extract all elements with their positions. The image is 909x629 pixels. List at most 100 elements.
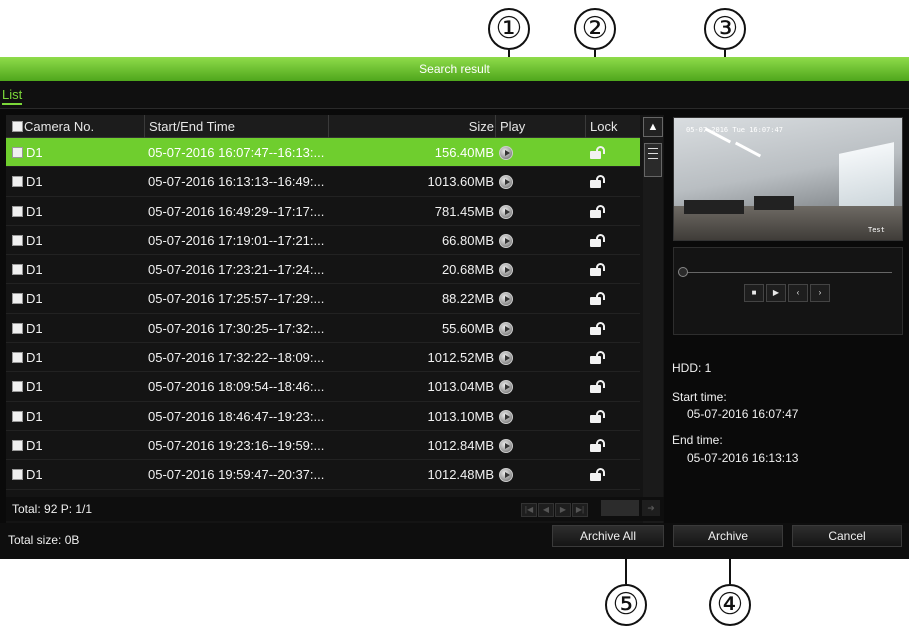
lock-open-icon[interactable] <box>590 351 606 365</box>
header-lock: Lock <box>585 115 640 138</box>
play-icon[interactable] <box>499 468 513 483</box>
row-time: 05-07-2016 18:09:54--18:46:... <box>148 379 325 395</box>
row-checkbox[interactable] <box>12 381 23 393</box>
scroll-thumb[interactable] <box>644 143 662 177</box>
row-size: 20.68MB <box>441 262 494 278</box>
preview-timestamp: 05-07-2016 Tue 16:07:47 <box>686 126 783 134</box>
row-checkbox[interactable] <box>12 293 23 305</box>
row-checkbox[interactable] <box>12 234 23 246</box>
lock-open-icon[interactable] <box>590 175 606 189</box>
header-play: Play <box>495 115 585 138</box>
total-size: Total size: 0B <box>8 533 80 547</box>
play-icon[interactable] <box>499 146 513 160</box>
table-row[interactable]: D1 05-07-2016 17:32:22--18:09:... 1012.52M… <box>6 343 640 373</box>
last-page-button[interactable]: ▶| <box>572 503 588 517</box>
row-size: 1013.60MB <box>427 174 495 190</box>
row-size: 156.40MB <box>434 145 494 160</box>
tab-list[interactable]: List <box>2 87 23 105</box>
play-icon[interactable] <box>499 321 513 336</box>
table-row[interactable]: D1 05-07-2016 16:07:47--16:13:... 156.40MB <box>6 138 640 168</box>
table-footer: Total: 92 P: 1/1 |◀ ◀ ▶ ▶| ➜ <box>6 497 664 521</box>
step-forward-icon[interactable]: › <box>810 284 830 302</box>
table-row[interactable]: D1 05-07-2016 19:23:16--19:59:... 1012.84M… <box>6 431 640 461</box>
lock-open-icon[interactable] <box>590 263 606 277</box>
chevron-up-icon[interactable]: ▲ <box>643 117 663 137</box>
lock-open-icon[interactable] <box>590 409 606 424</box>
results-table: Camera No. Start/End Time Size Play Lock… <box>6 115 664 550</box>
step-back-icon[interactable]: ‹ <box>788 284 808 302</box>
row-camera: D1 <box>26 174 43 190</box>
table-row[interactable]: D1 05-07-2016 17:30:25--17:32:... 55.60MB <box>6 314 640 344</box>
table-row[interactable]: D1 05-07-2016 17:19:01--17:21:... 66.80MB <box>6 226 640 256</box>
play-icon[interactable] <box>499 263 513 278</box>
page-number-input[interactable] <box>601 500 639 516</box>
play-icon[interactable] <box>499 233 513 248</box>
table-row[interactable]: D1 05-07-2016 16:13:13--16:49:... 1013.60M… <box>6 167 640 197</box>
play-icon[interactable] <box>499 380 513 395</box>
lock-open-icon[interactable] <box>590 380 606 394</box>
table-scrollbar[interactable]: ▲ ▼ <box>643 117 663 549</box>
play-icon[interactable] <box>499 175 513 190</box>
header-time[interactable]: Start/End Time <box>144 115 328 138</box>
archive-all-button[interactable]: Archive All <box>552 525 664 547</box>
pager: |◀ ◀ ▶ ▶| <box>521 501 589 517</box>
hdd-label: HDD: 1 <box>672 361 712 375</box>
playback-controls: ■ ▶ ‹ › <box>673 247 903 335</box>
table-row[interactable]: D1 05-07-2016 19:59:47--20:37:... 1012.48M… <box>6 460 640 490</box>
row-camera: D1 <box>26 203 43 219</box>
row-checkbox[interactable] <box>12 205 23 217</box>
first-page-button[interactable]: |◀ <box>521 503 537 517</box>
lock-open-icon[interactable] <box>590 321 606 336</box>
row-checkbox[interactable] <box>12 147 23 158</box>
lock-open-icon[interactable] <box>590 292 606 306</box>
play-icon[interactable] <box>499 351 513 366</box>
table-row[interactable]: D1 05-07-2016 17:23:21--17:24:... 20.68MB <box>6 255 640 285</box>
row-time: 05-07-2016 17:32:22--18:09:... <box>148 350 325 366</box>
lock-open-icon[interactable] <box>590 204 606 219</box>
prev-page-button[interactable]: ◀ <box>538 503 554 517</box>
end-time-label: End time: <box>672 433 723 447</box>
table-row[interactable]: D1 05-07-2016 16:49:29--17:17:... 781.45MB <box>6 197 640 226</box>
lock-open-icon[interactable] <box>590 468 606 482</box>
callout-5: ⑤ <box>605 584 647 626</box>
play-icon[interactable] <box>499 438 513 453</box>
next-page-button[interactable]: ▶ <box>555 503 571 517</box>
row-checkbox[interactable] <box>12 264 23 276</box>
row-camera: D1 <box>26 408 43 424</box>
row-checkbox[interactable] <box>12 176 23 188</box>
row-size: 1012.84MB <box>427 437 495 453</box>
row-checkbox[interactable] <box>12 439 23 451</box>
header-size[interactable]: Size <box>328 115 496 138</box>
row-checkbox[interactable] <box>12 322 23 334</box>
total-count: Total: 92 P: 1/1 <box>12 502 93 516</box>
lock-open-icon[interactable] <box>590 438 606 453</box>
archive-button[interactable]: Archive <box>673 525 783 547</box>
cancel-button[interactable]: Cancel <box>792 525 902 547</box>
table-row[interactable]: D1 05-07-2016 18:09:54--18:46:... 1013.04M… <box>6 372 640 402</box>
row-checkbox[interactable] <box>12 410 23 422</box>
stop-icon[interactable]: ■ <box>744 284 764 302</box>
playback-progress-knob[interactable] <box>678 267 688 277</box>
lock-open-icon[interactable] <box>590 146 606 160</box>
row-size: 1013.10MB <box>427 408 495 424</box>
row-checkbox[interactable] <box>12 469 23 481</box>
table-row[interactable]: D1 05-07-2016 17:25:57--17:29:... 88.22MB <box>6 284 640 314</box>
row-time: 05-07-2016 19:23:16--19:59:... <box>148 437 325 453</box>
row-time: 05-07-2016 17:23:21--17:24:... <box>148 262 325 278</box>
playback-progress-track[interactable] <box>682 272 892 273</box>
lock-open-icon[interactable] <box>590 233 606 248</box>
go-page-button[interactable]: ➜ <box>642 500 660 516</box>
table-row[interactable]: D1 05-07-2016 18:46:47--19:23:... 1013.10M… <box>6 402 640 431</box>
row-checkbox[interactable] <box>12 352 23 364</box>
page: ① ② ③ ④ ⑤ Search result List Camera No. … <box>0 0 909 629</box>
window-title: Search result <box>0 57 909 81</box>
play-icon[interactable] <box>499 409 513 424</box>
play-icon[interactable]: ▶ <box>766 284 786 302</box>
row-time: 05-07-2016 16:13:13--16:49:... <box>148 174 325 190</box>
row-size: 1013.04MB <box>427 379 495 395</box>
callout-4: ④ <box>709 584 751 626</box>
play-icon[interactable] <box>499 292 513 307</box>
row-camera: D1 <box>26 437 43 453</box>
header-camera[interactable]: Camera No. <box>20 115 94 138</box>
play-icon[interactable] <box>499 204 513 219</box>
